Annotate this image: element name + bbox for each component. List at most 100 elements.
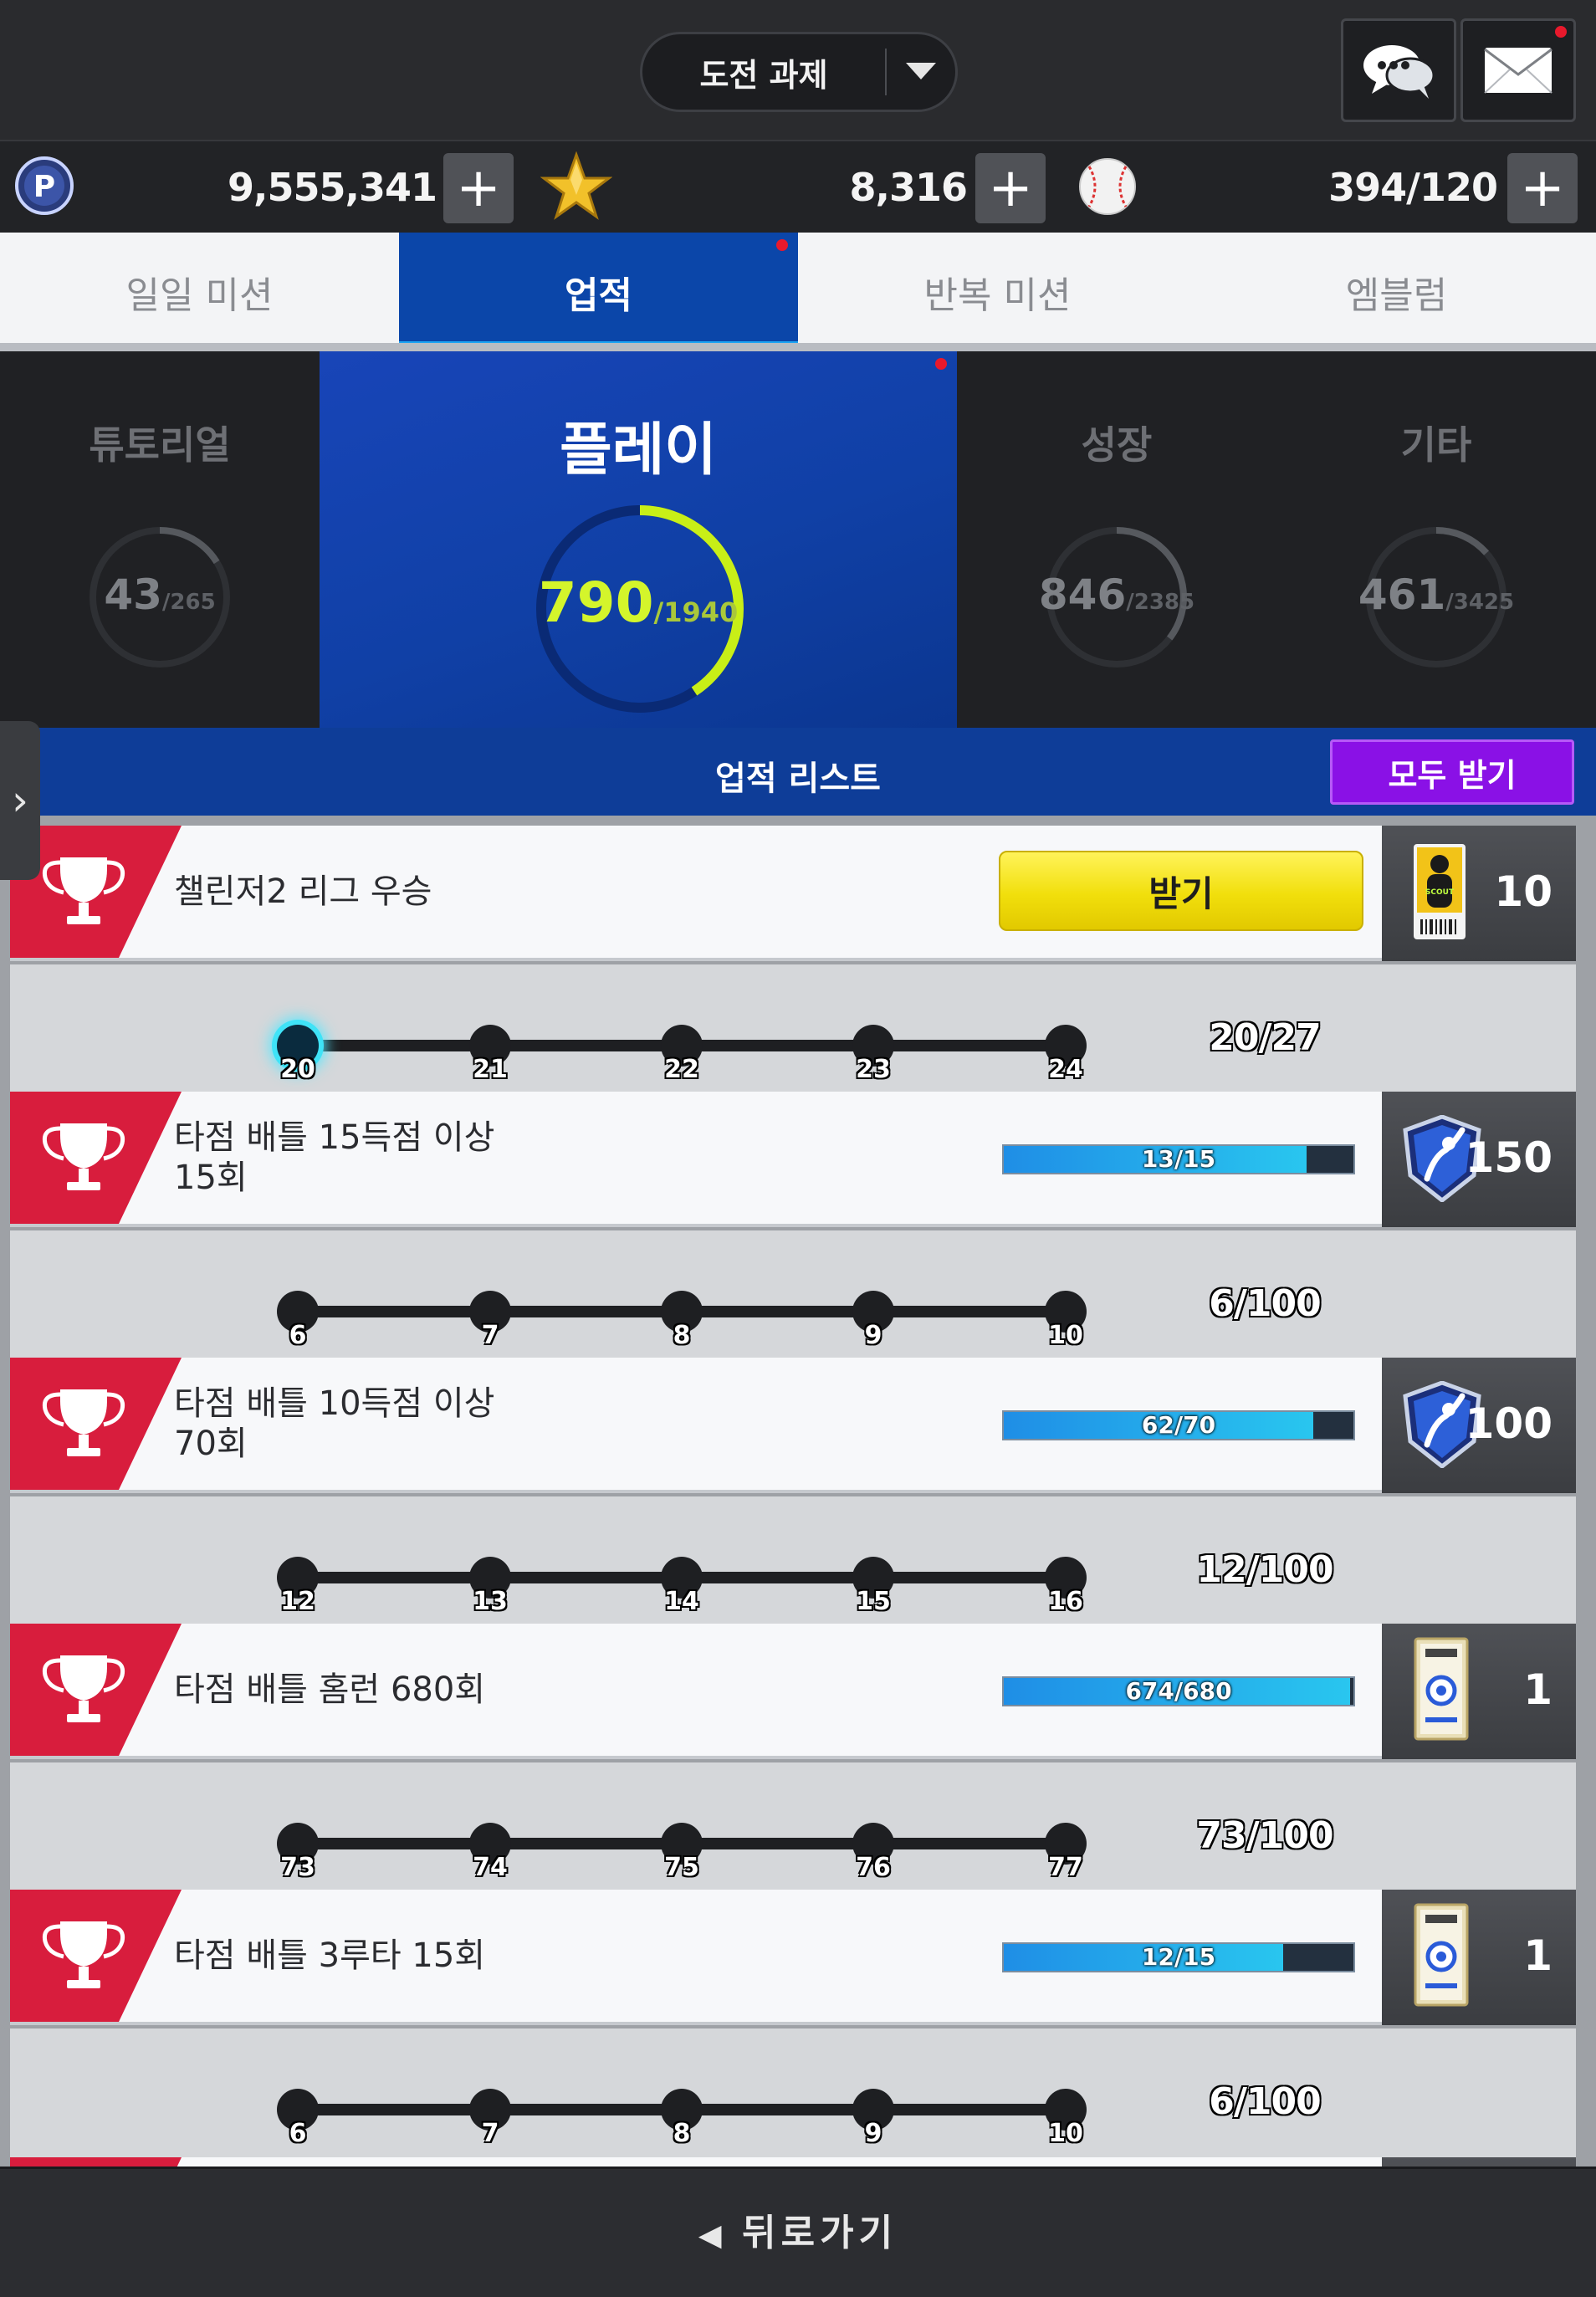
category-growth[interactable]: 성장 846/2385 [957,351,1276,728]
bottom-bar: ◀ 뒤로가기 [0,2167,1596,2297]
milestone-label: 76 [856,1853,891,1882]
milestone-label: 20 [280,1055,315,1084]
baseball-icon [1079,158,1136,215]
achievement-item [10,2157,1576,2167]
progress-text: 674/680 [1125,1677,1232,1705]
achievement-name: 타점 배틀 3루타 15회 [174,1936,486,1975]
points-value: 9,555,341 [228,165,437,210]
currency-bar: P 9,555,341 + 8,316 + 394/120 + [0,140,1596,233]
category-name: 튜토리얼 [89,422,231,468]
milestone-track: 20 21 22 23 24 20/27 [10,964,1576,1093]
progress-bar: 674/680 [1002,1676,1355,1706]
reward-quantity: 100 [1465,1399,1553,1448]
tab-repeat-mission[interactable]: 반복 미션 [798,233,1197,351]
back-button[interactable]: ◀ 뒤로가기 [0,2202,1596,2256]
add-balls-button[interactable]: + [1507,153,1578,223]
claim-button[interactable]: 받기 [999,851,1363,931]
category-play[interactable]: 플레이 790/1940 [320,351,957,728]
progress-bar: 12/15 [1002,1942,1355,1972]
progress-text: 12/15 [1141,1943,1216,1971]
chevron-right-icon: › [12,776,28,825]
milestone-count: 73/100 [1196,1814,1333,1857]
divider [0,343,1596,351]
mode-selector[interactable]: 도전 과제 [640,32,958,112]
tab-daily-mission[interactable]: 일일 미션 [0,233,399,351]
trophy-badge [10,1358,182,1490]
category-count: 846/2385 [1038,570,1195,619]
milestone-label: 24 [1048,1055,1083,1084]
category-etc[interactable]: 기타 461/3425 [1276,351,1596,728]
tab-achievements-label: 업적 [565,274,632,317]
trophy-badge [10,1890,182,2022]
progress-bar: 62/70 [1002,1410,1355,1440]
player-pack-icon [1414,1637,1469,1741]
notification-dot [1555,26,1567,38]
notification-dot [776,239,788,251]
category-count: 43/265 [104,570,216,619]
milestone-label: 8 [673,2119,691,2148]
milestone-label: 10 [1048,1321,1083,1350]
side-drawer-handle[interactable]: › [0,721,40,880]
reward-box [1382,2157,1576,2167]
achievement-name: 타점 배틀 15득점 이상 15회 [174,1118,495,1197]
category-tutorial[interactable]: 튜토리얼 43/265 [0,351,320,728]
reward-quantity: 10 [1494,867,1553,916]
chat-button[interactable] [1341,18,1456,122]
milestone-track: 12 13 14 15 16 12/100 [10,1496,1576,1625]
mode-title: 도전 과제 [699,56,828,94]
reward-box: SCOUT 10 [1382,826,1576,961]
reward-quantity: 150 [1465,1133,1553,1182]
back-label: 뒤로가기 [742,2212,898,2254]
progress-text: 62/70 [1141,1411,1216,1439]
trophy-badge [10,2157,182,2167]
svg-text:SCOUT: SCOUT [1425,888,1455,897]
reward-quantity: 1 [1523,1665,1553,1714]
milestone-label: 73 [280,1853,315,1882]
category-name: 플레이 [560,417,717,483]
dropdown-caret-icon[interactable] [887,63,955,81]
milestone-label: 77 [1048,1853,1083,1882]
milestone-label: 75 [664,1853,699,1882]
milestone-label: 6 [289,1321,307,1350]
achievement-item: 타점 배틀 15득점 이상 15회 13/15 150 [10,1092,1576,1227]
tab-achievements[interactable]: 업적 [399,233,798,351]
progress-bar: 13/15 [1002,1144,1355,1174]
reward-box: 100 [1382,1358,1576,1493]
milestone-label: 12 [280,1587,315,1616]
scout-ticket-icon: SCOUT [1414,844,1466,939]
milestone-label: 15 [856,1587,891,1616]
milestone-label: 10 [1048,2119,1083,2148]
achievement-list[interactable]: 챌린저2 리그 우승 받기 SCOUT 10 20 21 22 23 24 20… [0,816,1596,2167]
envelope-icon [1484,48,1553,94]
milestone-count: 6/100 [1209,2080,1322,2123]
category-name: 기타 [1400,422,1472,468]
milestone-label: 13 [473,1587,508,1616]
add-stars-button[interactable]: + [975,153,1046,223]
milestone-label: 8 [673,1321,691,1350]
category-panel: 튜토리얼 43/265 플레이 790/1940 성장 846/2385 기타 [0,351,1596,728]
reward-box: 150 [1382,1092,1576,1227]
mission-tabs: 일일 미션 업적 반복 미션 엠블럼 [0,233,1596,351]
achievement-name: 타점 배틀 10득점 이상 70회 [174,1384,495,1463]
category-count: 461/3425 [1358,570,1515,619]
category-count: 790/1940 [538,570,739,635]
milestone-count: 6/100 [1209,1282,1322,1325]
reward-box: 1 [1382,1624,1576,1759]
milestone-label: 21 [473,1055,508,1084]
receive-all-button[interactable]: 모두 받기 [1330,739,1574,805]
progress-text: 13/15 [1141,1145,1216,1173]
trophy-badge [10,1092,182,1224]
svg-text:P: P [33,170,55,204]
reward-quantity: 1 [1523,1931,1553,1980]
milestone-label: 22 [664,1055,699,1084]
add-points-button[interactable]: + [443,153,514,223]
milestone-label: 6 [289,2119,307,2148]
milestone-count: 12/100 [1196,1548,1333,1591]
milestone-label: 7 [481,1321,499,1350]
tab-emblem[interactable]: 엠블럼 [1197,233,1596,351]
achievement-item: 챌린저2 리그 우승 받기 SCOUT 10 [10,826,1576,961]
mail-button[interactable] [1460,18,1576,122]
reward-box: 1 [1382,1890,1576,2025]
milestone-track: 6 7 8 9 10 6/100 [10,1230,1576,1359]
balls-value: 394/120 [1328,165,1498,210]
